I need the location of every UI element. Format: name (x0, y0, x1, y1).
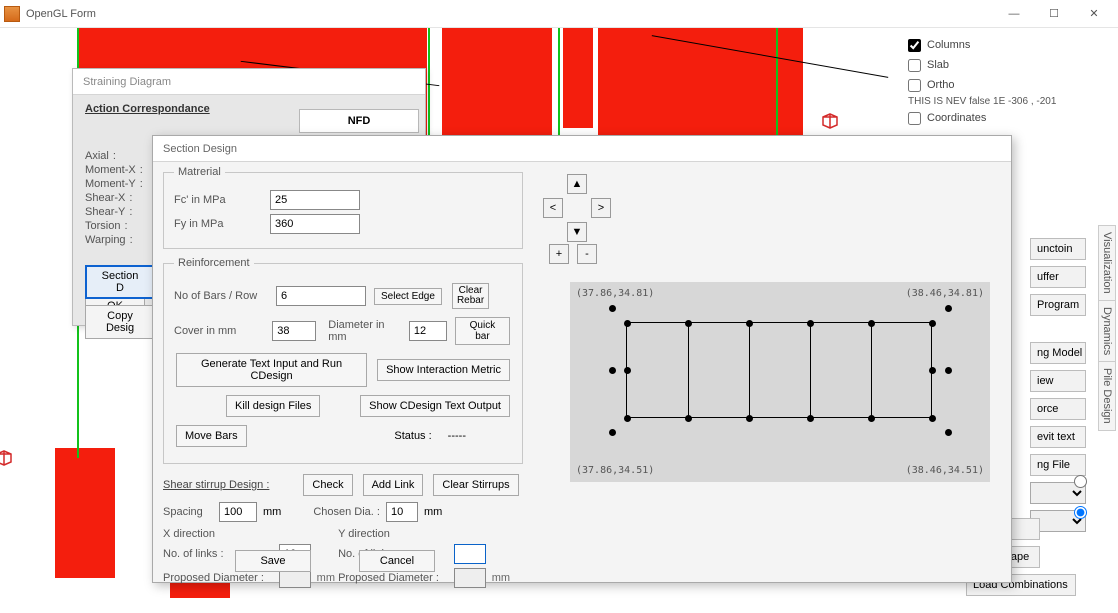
section-design-dialog: Section Design Matrerial Fc' in MPa Fy i… (152, 135, 1012, 583)
section-preview[interactable]: (37.86,34.81) (38.46,34.81) (37.86,34.51… (570, 282, 990, 482)
quick-bar-button[interactable]: Quick bar (455, 317, 510, 345)
tab-visualization[interactable]: Visualization (1098, 225, 1116, 301)
program-button[interactable]: Program (1030, 294, 1086, 316)
status-note: THIS IS NEV false 1E -306 , -201 (908, 96, 1090, 107)
save-button[interactable]: Save (235, 550, 311, 572)
fy-input[interactable] (270, 214, 360, 234)
revit-button[interactable]: evit text (1030, 426, 1086, 448)
zoom-in-button[interactable]: + (549, 244, 569, 264)
app-icon (4, 6, 20, 22)
slab-checkbox[interactable]: Slab (908, 56, 1090, 74)
action-correspondence-link[interactable]: Action Correspondance (85, 103, 210, 115)
shear-stirrup-label: Shear stirrup Design : (163, 479, 269, 491)
nfd-tab[interactable]: NFD (299, 109, 419, 133)
spacing-input[interactable] (219, 502, 257, 522)
straining-dialog-title: Straining Diagram (73, 69, 425, 95)
clear-rebar-button[interactable]: Clear Rebar (452, 283, 489, 309)
cube-icon (820, 113, 840, 129)
model-button[interactable]: ng Model (1030, 342, 1086, 364)
move-bars-button[interactable]: Move Bars (176, 425, 247, 447)
tab-dynamics[interactable]: Dynamics (1098, 300, 1116, 362)
force-button[interactable]: orce (1030, 398, 1086, 420)
view-button[interactable]: iew (1030, 370, 1086, 392)
vertical-tabs: Visualization Dynamics Pile Design (1098, 225, 1118, 430)
coord-br: (38.46,34.51) (906, 465, 984, 476)
radio-column (1069, 472, 1090, 522)
maximize-button[interactable]: ☐ (1034, 1, 1074, 27)
chosen-dia-input[interactable] (386, 502, 418, 522)
cover-input[interactable] (272, 321, 316, 341)
y-links-input[interactable] (454, 544, 486, 564)
diameter-input[interactable] (409, 321, 447, 341)
nav-down-button[interactable]: ▼ (567, 222, 587, 242)
section-dialog-title: Section Design (153, 136, 1011, 162)
close-button[interactable]: ✕ (1074, 1, 1114, 27)
add-link-button[interactable]: Add Link (363, 474, 424, 496)
coordinates-checkbox[interactable]: Coordinates (908, 109, 1090, 127)
cube-icon (0, 450, 14, 466)
title-bar: OpenGL Form — ☐ ✕ (0, 0, 1118, 28)
material-group: Matrerial Fc' in MPa Fy in MPa (163, 166, 523, 249)
kill-design-files-button[interactable]: Kill design Files (226, 395, 320, 417)
radio-1[interactable] (1074, 475, 1087, 488)
status-label: Status : (394, 430, 431, 442)
y-prop-dia-input (454, 568, 486, 588)
nav-left-button[interactable]: < (543, 198, 563, 218)
ortho-checkbox[interactable]: Ortho (908, 76, 1090, 94)
select-edge-button[interactable]: Select Edge (374, 288, 442, 305)
show-interaction-button[interactable]: Show Interaction Metric (377, 359, 510, 381)
zoom-out-button[interactable]: - (577, 244, 597, 264)
bars-per-row-input[interactable] (276, 286, 366, 306)
fc-input[interactable] (270, 190, 360, 210)
minimize-button[interactable]: — (994, 1, 1034, 27)
window-title: OpenGL Form (26, 8, 994, 20)
clear-stirrups-button[interactable]: Clear Stirrups (433, 474, 518, 496)
display-options: Columns Slab Ortho THIS IS NEV false 1E … (908, 36, 1090, 129)
cancel-button[interactable]: Cancel (359, 550, 435, 572)
check-button[interactable]: Check (303, 474, 352, 496)
reinforcement-group: Reinforcement No of Bars / Row Select Ed… (163, 257, 523, 464)
coord-tr: (38.46,34.81) (906, 288, 984, 299)
buffer-button[interactable]: uffer (1030, 266, 1086, 288)
nav-pad: ▲ < > ▼ (543, 174, 613, 254)
nav-right-button[interactable]: > (591, 198, 611, 218)
show-cdesign-output-button[interactable]: Show CDesign Text Output (360, 395, 510, 417)
section-outline (626, 322, 932, 418)
copy-design-button[interactable]: Copy Desig (85, 305, 155, 339)
status-value: ----- (448, 430, 466, 442)
function-button[interactable]: unctoin (1030, 238, 1086, 260)
coord-bl: (37.86,34.51) (576, 465, 654, 476)
columns-checkbox[interactable]: Columns (908, 36, 1090, 54)
nav-up-button[interactable]: ▲ (567, 174, 587, 194)
coord-tl: (37.86,34.81) (576, 288, 654, 299)
section-design-button[interactable]: Section D (85, 265, 155, 299)
tab-pile-design[interactable]: Pile Design (1098, 361, 1116, 431)
generate-cdesign-button[interactable]: Generate Text Input and Run CDesign (176, 353, 367, 387)
